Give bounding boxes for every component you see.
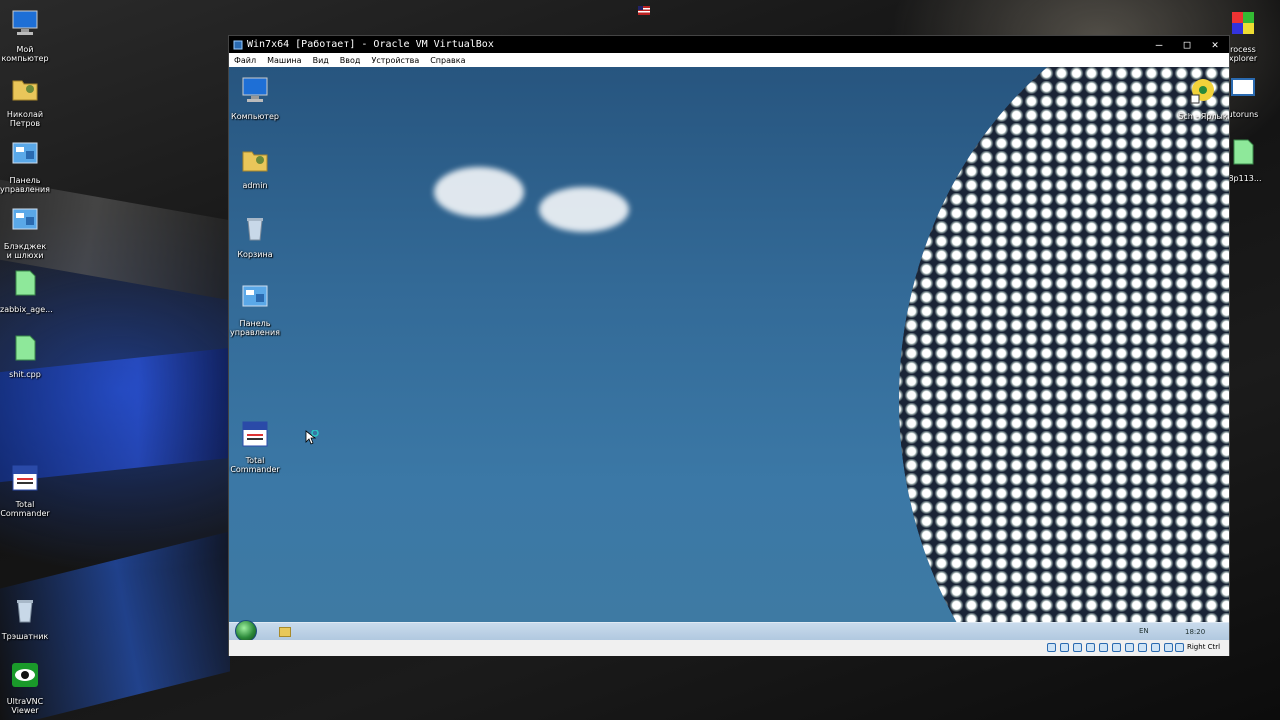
host-key-label: Right Ctrl xyxy=(1187,643,1221,651)
guest-icon-recycle-bin[interactable]: Корзина xyxy=(229,213,281,259)
menu-devices[interactable]: Устройства xyxy=(371,56,419,65)
menu-view[interactable]: Вид xyxy=(313,56,329,65)
guest-icon-control-panel[interactable]: Панель управления xyxy=(229,282,281,337)
guest-icon-admin[interactable]: admin xyxy=(229,144,281,190)
process-explorer-icon xyxy=(1232,12,1254,34)
hdd-status-icon[interactable] xyxy=(1047,643,1056,652)
virtualbox-icon xyxy=(233,40,243,49)
minimize-button[interactable]: – xyxy=(1145,36,1173,53)
shared-folder-status-icon[interactable] xyxy=(1112,643,1121,652)
computer-icon xyxy=(242,77,268,102)
guest-icon-total-commander[interactable]: Total Commander xyxy=(229,419,281,474)
autoruns-icon xyxy=(1231,78,1255,96)
network-status-icon[interactable] xyxy=(1086,643,1095,652)
close-icon: ✕ xyxy=(1211,38,1219,51)
title-bar[interactable]: Win7x64 [Работает] - Oracle VM VirtualBo… xyxy=(229,36,1229,53)
window-title: Win7x64 [Работает] - Oracle VM VirtualBo… xyxy=(247,39,494,50)
total-commander-icon xyxy=(242,421,268,447)
host-icon-shit-cpp[interactable]: shit.cpp xyxy=(0,333,50,379)
audio-status-icon[interactable] xyxy=(1073,643,1082,652)
virtualization-status-icon[interactable] xyxy=(1151,643,1160,652)
computer-icon xyxy=(12,10,38,35)
menu-bar: Файл Машина Вид Ввод Устройства Справка xyxy=(229,53,1229,67)
recycle-bin-icon xyxy=(17,600,33,623)
host-icon-blackjack[interactable]: Блэкджек и шлюхи xyxy=(0,205,50,260)
host-icon-ultravnc[interactable]: UltraVNC Viewer xyxy=(0,660,50,715)
ultravnc-icon xyxy=(12,663,38,687)
document-icon xyxy=(1233,139,1254,165)
wallpaper-cloud xyxy=(434,167,524,217)
wallpaper-cloud xyxy=(539,187,629,232)
start-button[interactable] xyxy=(235,620,257,642)
optical-status-icon[interactable] xyxy=(1060,643,1069,652)
shortcut-icon xyxy=(1190,79,1214,104)
close-button[interactable]: ✕ xyxy=(1201,36,1229,53)
guest-desktop[interactable]: Компьютер admin Корзина Панель управлени… xyxy=(229,67,1229,622)
menu-file[interactable]: Файл xyxy=(234,56,256,65)
user-folder-icon xyxy=(242,151,268,172)
minimize-icon: – xyxy=(1155,38,1163,51)
guest-icon-sch-shortcut[interactable]: Sch - Ярлык xyxy=(1177,75,1229,121)
wallpaper-building-shade xyxy=(899,67,1229,622)
mouse-integration-status-icon[interactable] xyxy=(1164,643,1173,652)
mouse-cursor-icon xyxy=(305,430,319,445)
maximize-icon: □ xyxy=(1183,38,1191,51)
virtualbox-window[interactable]: Win7x64 [Работает] - Oracle VM VirtualBo… xyxy=(228,35,1230,656)
host-icon-user-folder[interactable]: Николай Петров xyxy=(0,73,50,128)
menu-machine[interactable]: Машина xyxy=(267,56,301,65)
display-status-icon[interactable] xyxy=(1125,643,1134,652)
document-icon xyxy=(15,335,36,361)
keyboard-status-icon[interactable] xyxy=(1175,643,1184,652)
menu-help[interactable]: Справка xyxy=(430,56,465,65)
user-folder-icon xyxy=(12,80,38,101)
total-commander-icon xyxy=(12,465,38,491)
explorer-taskbar-icon[interactable] xyxy=(279,627,291,637)
usb-status-icon[interactable] xyxy=(1099,643,1108,652)
recycle-bin-icon xyxy=(247,218,263,241)
host-icon-recycle-bin[interactable]: Трэшатник xyxy=(0,595,50,641)
host-icon-control-panel[interactable]: Панель управления xyxy=(0,139,50,194)
control-panel-icon xyxy=(12,208,38,230)
guest-icon-computer[interactable]: Компьютер xyxy=(229,75,281,121)
video-capture-status-icon[interactable] xyxy=(1138,643,1147,652)
menu-input[interactable]: Ввод xyxy=(340,56,361,65)
maximize-button[interactable]: □ xyxy=(1173,36,1201,53)
host-icon-zabbix[interactable]: zabbix_age... xyxy=(0,268,53,314)
host-icon-my-computer[interactable]: Мой компьютер xyxy=(0,8,50,63)
document-icon xyxy=(15,270,36,296)
control-panel-icon xyxy=(242,285,268,307)
language-flag-icon[interactable] xyxy=(638,6,650,15)
vm-status-bar: Right Ctrl xyxy=(229,640,1229,656)
language-indicator[interactable]: EN xyxy=(1139,627,1149,635)
guest-taskbar: EN 18:20 xyxy=(229,620,1229,642)
control-panel-icon xyxy=(12,142,38,164)
taskbar-clock[interactable]: 18:20 xyxy=(1185,628,1205,636)
host-icon-total-commander[interactable]: Total Commander xyxy=(0,463,50,518)
